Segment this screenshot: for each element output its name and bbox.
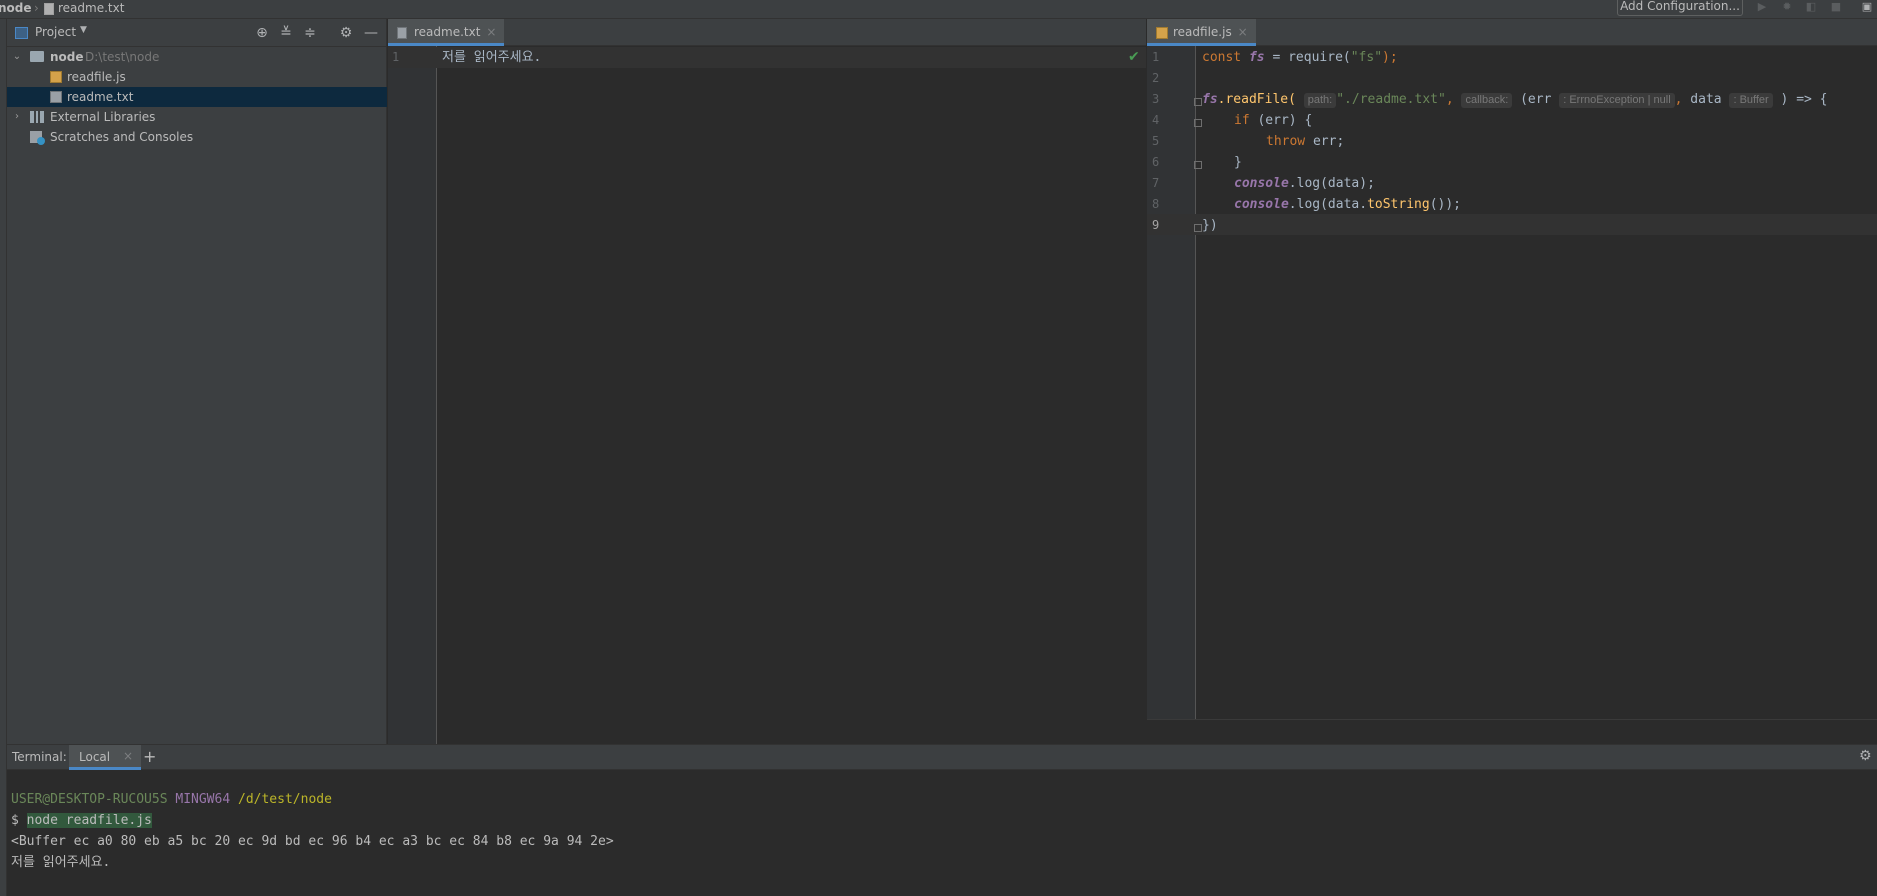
debug-icon[interactable]: ✹ <box>1780 0 1794 14</box>
tree-item-label: readme.txt <box>67 90 134 104</box>
js-file-icon <box>50 71 62 83</box>
chevron-down-icon[interactable]: ▼ <box>80 25 87 35</box>
tree-item-label: Scratches and Consoles <box>50 130 194 144</box>
gear-icon[interactable]: ⚙ <box>337 24 355 42</box>
parameter-hint: callback: <box>1461 93 1513 108</box>
stop-icon[interactable]: ■ <box>1829 0 1843 14</box>
tree-item-node[interactable]: ⌄ node D:\test\node <box>7 47 387 67</box>
navigation-bar: node › readme.txt Add Configuration... ▶… <box>0 0 1877 19</box>
code-line-7: console.log(data); <box>1234 176 1375 191</box>
code-line-1: const fs = require("fs"); <box>1202 50 1398 65</box>
breadcrumb-separator: › <box>34 1 39 15</box>
tab-terminal-local[interactable]: Local × <box>69 745 141 770</box>
expand-all-icon[interactable]: ≚ <box>277 24 295 42</box>
chevron-down-icon[interactable]: ⌄ <box>11 47 23 67</box>
type-hint: : Buffer <box>1729 93 1773 108</box>
gear-icon[interactable]: ⚙ <box>1859 748 1872 764</box>
tool-window-strip <box>0 19 7 896</box>
tree-item-label: node <box>50 50 84 64</box>
close-icon[interactable]: × <box>486 19 496 46</box>
code-line-4: if (err) { <box>1234 113 1313 128</box>
line-number: 4 <box>1152 113 1160 127</box>
locate-icon[interactable]: ⊕ <box>253 24 271 42</box>
terminal-output-buffer: <Buffer ec a0 80 eb a5 bc 20 ec 9d bd ec… <box>11 834 614 849</box>
tree-item-label: readfile.js <box>67 70 126 84</box>
text-file-icon <box>44 3 54 15</box>
line-number: 1 <box>1152 50 1160 64</box>
scratch-badge-icon <box>37 137 45 145</box>
fold-icon[interactable] <box>1194 224 1202 232</box>
tree-item-external-libraries[interactable]: › External Libraries <box>7 107 387 127</box>
editor-tabs-right: readfile.js × <box>1147 19 1877 46</box>
project-panel: Project ▼ ⊕ ≚ ≑ ⚙ — ⌄ node D:\test\node … <box>7 19 387 744</box>
code-line-9: }) <box>1202 218 1218 233</box>
code-line-5: throw err; <box>1266 134 1345 149</box>
tree-item-readme-txt[interactable]: readme.txt <box>7 87 387 107</box>
tab-label: readme.txt <box>414 25 481 39</box>
line-number: 2 <box>1152 71 1160 85</box>
add-tab-icon[interactable]: + <box>143 747 156 766</box>
close-icon[interactable]: × <box>123 749 133 763</box>
code-line-3: fs.readFile( path: "./readme.txt", callba… <box>1202 92 1828 108</box>
fold-icon[interactable] <box>1194 119 1202 127</box>
editor-gutter <box>388 46 437 744</box>
code-line: 저를 읽어주세요. <box>442 50 542 65</box>
run-icon[interactable]: ▶ <box>1755 0 1769 14</box>
layout-icon[interactable]: ▣ <box>1860 0 1874 14</box>
line-number: 5 <box>1152 134 1160 148</box>
tree-item-path: D:\test\node <box>85 50 160 64</box>
type-hint: : ErrnoException | null <box>1559 93 1675 108</box>
hide-icon[interactable]: — <box>362 24 380 42</box>
fold-icon[interactable] <box>1194 98 1202 106</box>
line-number: 9 <box>1152 218 1160 232</box>
fold-icon[interactable] <box>1194 161 1202 169</box>
text-file-icon <box>397 27 407 39</box>
breadcrumb-project[interactable]: node <box>0 1 32 15</box>
editor-footer <box>1147 719 1877 744</box>
js-file-icon <box>1156 27 1168 39</box>
line-number: 7 <box>1152 176 1160 190</box>
tree-item-scratches[interactable]: Scratches and Consoles <box>7 127 387 147</box>
line-number: 3 <box>1152 92 1160 106</box>
collapse-all-icon[interactable]: ≑ <box>301 24 319 42</box>
terminal-output-text: 저를 읽어주세요. <box>11 855 111 870</box>
add-configuration-button[interactable]: Add Configuration... <box>1617 0 1743 16</box>
coverage-icon[interactable]: ◧ <box>1804 0 1818 14</box>
caret-row <box>1147 214 1877 235</box>
close-icon[interactable]: × <box>1238 19 1248 46</box>
check-icon: ✔ <box>1128 49 1140 65</box>
text-file-icon <box>50 91 62 103</box>
code-line-8: console.log(data.toString()); <box>1234 197 1462 212</box>
tab-readme-txt[interactable]: readme.txt × <box>388 19 505 46</box>
line-number: 6 <box>1152 155 1160 169</box>
project-panel-title[interactable]: Project <box>35 25 76 39</box>
editor-readme[interactable]: 1 저를 읽어주세요. ✔ <box>388 46 1146 744</box>
project-view-icon <box>15 27 28 39</box>
breadcrumb-file[interactable]: readme.txt <box>58 1 124 15</box>
terminal-header: Terminal: Local × + ⚙ <box>7 744 1877 770</box>
tab-label: readfile.js <box>1173 25 1232 39</box>
terminal-command-line: $ node readfile.js <box>11 813 152 828</box>
editor-readfile[interactable]: 1 2 3 4 5 6 7 8 9 const fs = require("fs… <box>1147 46 1877 719</box>
tree-item-label: External Libraries <box>50 110 156 124</box>
tab-readfile-js[interactable]: readfile.js × <box>1147 19 1256 46</box>
terminal-output[interactable]: USER@DESKTOP-RUCOU5S MINGW64 /d/test/nod… <box>7 770 1877 896</box>
line-number: 1 <box>392 50 400 64</box>
terminal-prompt: USER@DESKTOP-RUCOU5S MINGW64 /d/test/nod… <box>11 792 332 807</box>
tab-label: Local <box>79 750 111 764</box>
tree-item-readfile-js[interactable]: readfile.js <box>7 67 387 87</box>
line-number: 8 <box>1152 197 1160 211</box>
folder-icon <box>30 51 44 62</box>
parameter-hint: path: <box>1303 93 1337 108</box>
code-line-6: } <box>1234 155 1242 170</box>
chevron-right-icon[interactable]: › <box>11 107 23 127</box>
terminal-label: Terminal: <box>12 750 67 764</box>
editor-tabs-left: readme.txt × <box>388 19 1146 46</box>
project-panel-header: Project ▼ ⊕ ≚ ≑ ⚙ — <box>7 19 387 47</box>
library-icon <box>30 111 44 123</box>
terminal-command: node readfile.js <box>26 813 152 828</box>
